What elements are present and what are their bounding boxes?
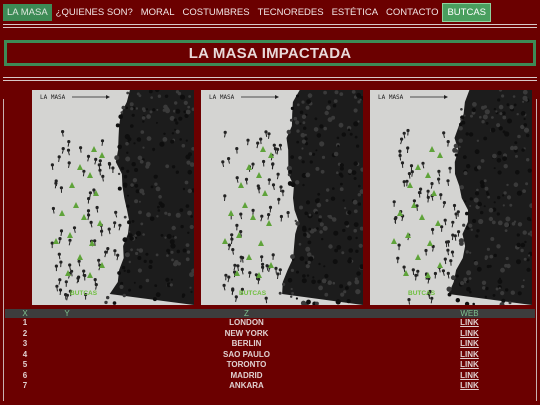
cell-y — [45, 329, 89, 340]
image-caption-top: LA MASA — [209, 94, 235, 101]
image-caption-top: LA MASA — [40, 94, 66, 101]
divider — [3, 24, 537, 25]
col-web: WEB — [404, 309, 535, 318]
cell-y — [45, 318, 89, 329]
link-cell[interactable]: LINK — [460, 371, 479, 380]
cell-x: 3 — [22, 339, 28, 348]
page-title-box: LA MASA IMPACTADA — [4, 40, 536, 66]
link-cell[interactable]: LINK — [460, 329, 479, 338]
cell-x: 1 — [22, 318, 28, 327]
crowd-illustration: LA MASA BUTCAS — [201, 90, 363, 305]
link-cell[interactable]: LINK — [460, 318, 479, 327]
page-title: LA MASA IMPACTADA — [188, 44, 352, 62]
link-cell[interactable]: LINK — [460, 350, 479, 359]
nav-tecnoredes[interactable]: TECNOREDES — [254, 4, 328, 21]
nav-costumbres[interactable]: COSTUMBRES — [179, 4, 254, 21]
table-row: 7 ANKARA LINK — [5, 381, 535, 392]
col-z: Z — [89, 309, 404, 318]
image-caption-bottom: BUTCAS — [408, 290, 436, 297]
table-row: 6 MADRID LINK — [5, 371, 535, 382]
nav-quienes-son[interactable]: ¿QUIENES SON? — [52, 4, 137, 21]
image-caption-top: LA MASA — [378, 94, 404, 101]
table-row: 3 BERLIN LINK — [5, 339, 535, 350]
cell-y — [45, 371, 89, 382]
nav-estetica[interactable]: ESTÉTICA — [328, 4, 382, 21]
col-y: Y — [45, 309, 89, 318]
cell-y — [45, 350, 89, 361]
table-row: 1 LONDON LINK — [5, 318, 535, 329]
crowd-illustration: LA MASA BUTCAS — [32, 90, 194, 305]
crowd-image-1: LA MASA BUTCAS — [32, 90, 194, 305]
table-row: 4 SAO PAULO LINK — [5, 350, 535, 361]
cell-city: NEW YORK — [224, 328, 269, 338]
divider — [3, 27, 537, 28]
divider — [3, 77, 537, 78]
cell-city: TORONTO — [226, 360, 267, 369]
col-x: X — [5, 309, 45, 318]
link-cell[interactable]: LINK — [460, 339, 479, 348]
image-caption-bottom: BUTCAS — [239, 290, 267, 297]
divider — [3, 80, 537, 81]
table-row: 5 TORONTO LINK — [5, 360, 535, 371]
table-header-row: X Y Z WEB — [5, 309, 535, 318]
link-cell[interactable]: LINK — [460, 360, 479, 369]
nav-butcas[interactable]: BUTCAS — [442, 2, 492, 22]
nav-contacto[interactable]: CONTACTO — [382, 4, 442, 21]
cell-y — [45, 360, 89, 371]
nav-la-masa[interactable]: LA MASA — [3, 3, 52, 21]
cell-x: 7 — [22, 381, 28, 390]
crowd-image-2: LA MASA BUTCAS — [201, 90, 363, 305]
cell-x: 2 — [22, 328, 28, 338]
image-caption-bottom: BUTCAS — [70, 290, 98, 297]
cell-x: 4 — [22, 349, 28, 359]
crowd-illustration: LA MASA BUTCAS — [370, 90, 532, 305]
cell-y — [45, 339, 89, 350]
cell-y — [45, 381, 89, 392]
cell-city: LONDON — [229, 318, 264, 327]
top-nav: LA MASA ¿QUIENES SON? MORAL COSTUMBRES T… — [0, 2, 540, 22]
table-row: 2 NEW YORK LINK — [5, 329, 535, 340]
cell-x: 6 — [22, 370, 28, 380]
cell-city: BERLIN — [231, 339, 262, 348]
link-cell[interactable]: LINK — [460, 381, 479, 390]
crowd-image-3: LA MASA BUTCAS — [370, 90, 532, 305]
cities-table: X Y Z WEB 1 LONDON LINK 2 NEW YORK LINK 3 BER… — [5, 309, 535, 392]
cell-x: 5 — [22, 360, 28, 369]
cell-city: MADRID — [230, 370, 263, 380]
cell-city: ANKARA — [229, 381, 264, 390]
nav-moral[interactable]: MORAL — [137, 4, 179, 21]
cell-city: SAO PAULO — [223, 349, 270, 359]
